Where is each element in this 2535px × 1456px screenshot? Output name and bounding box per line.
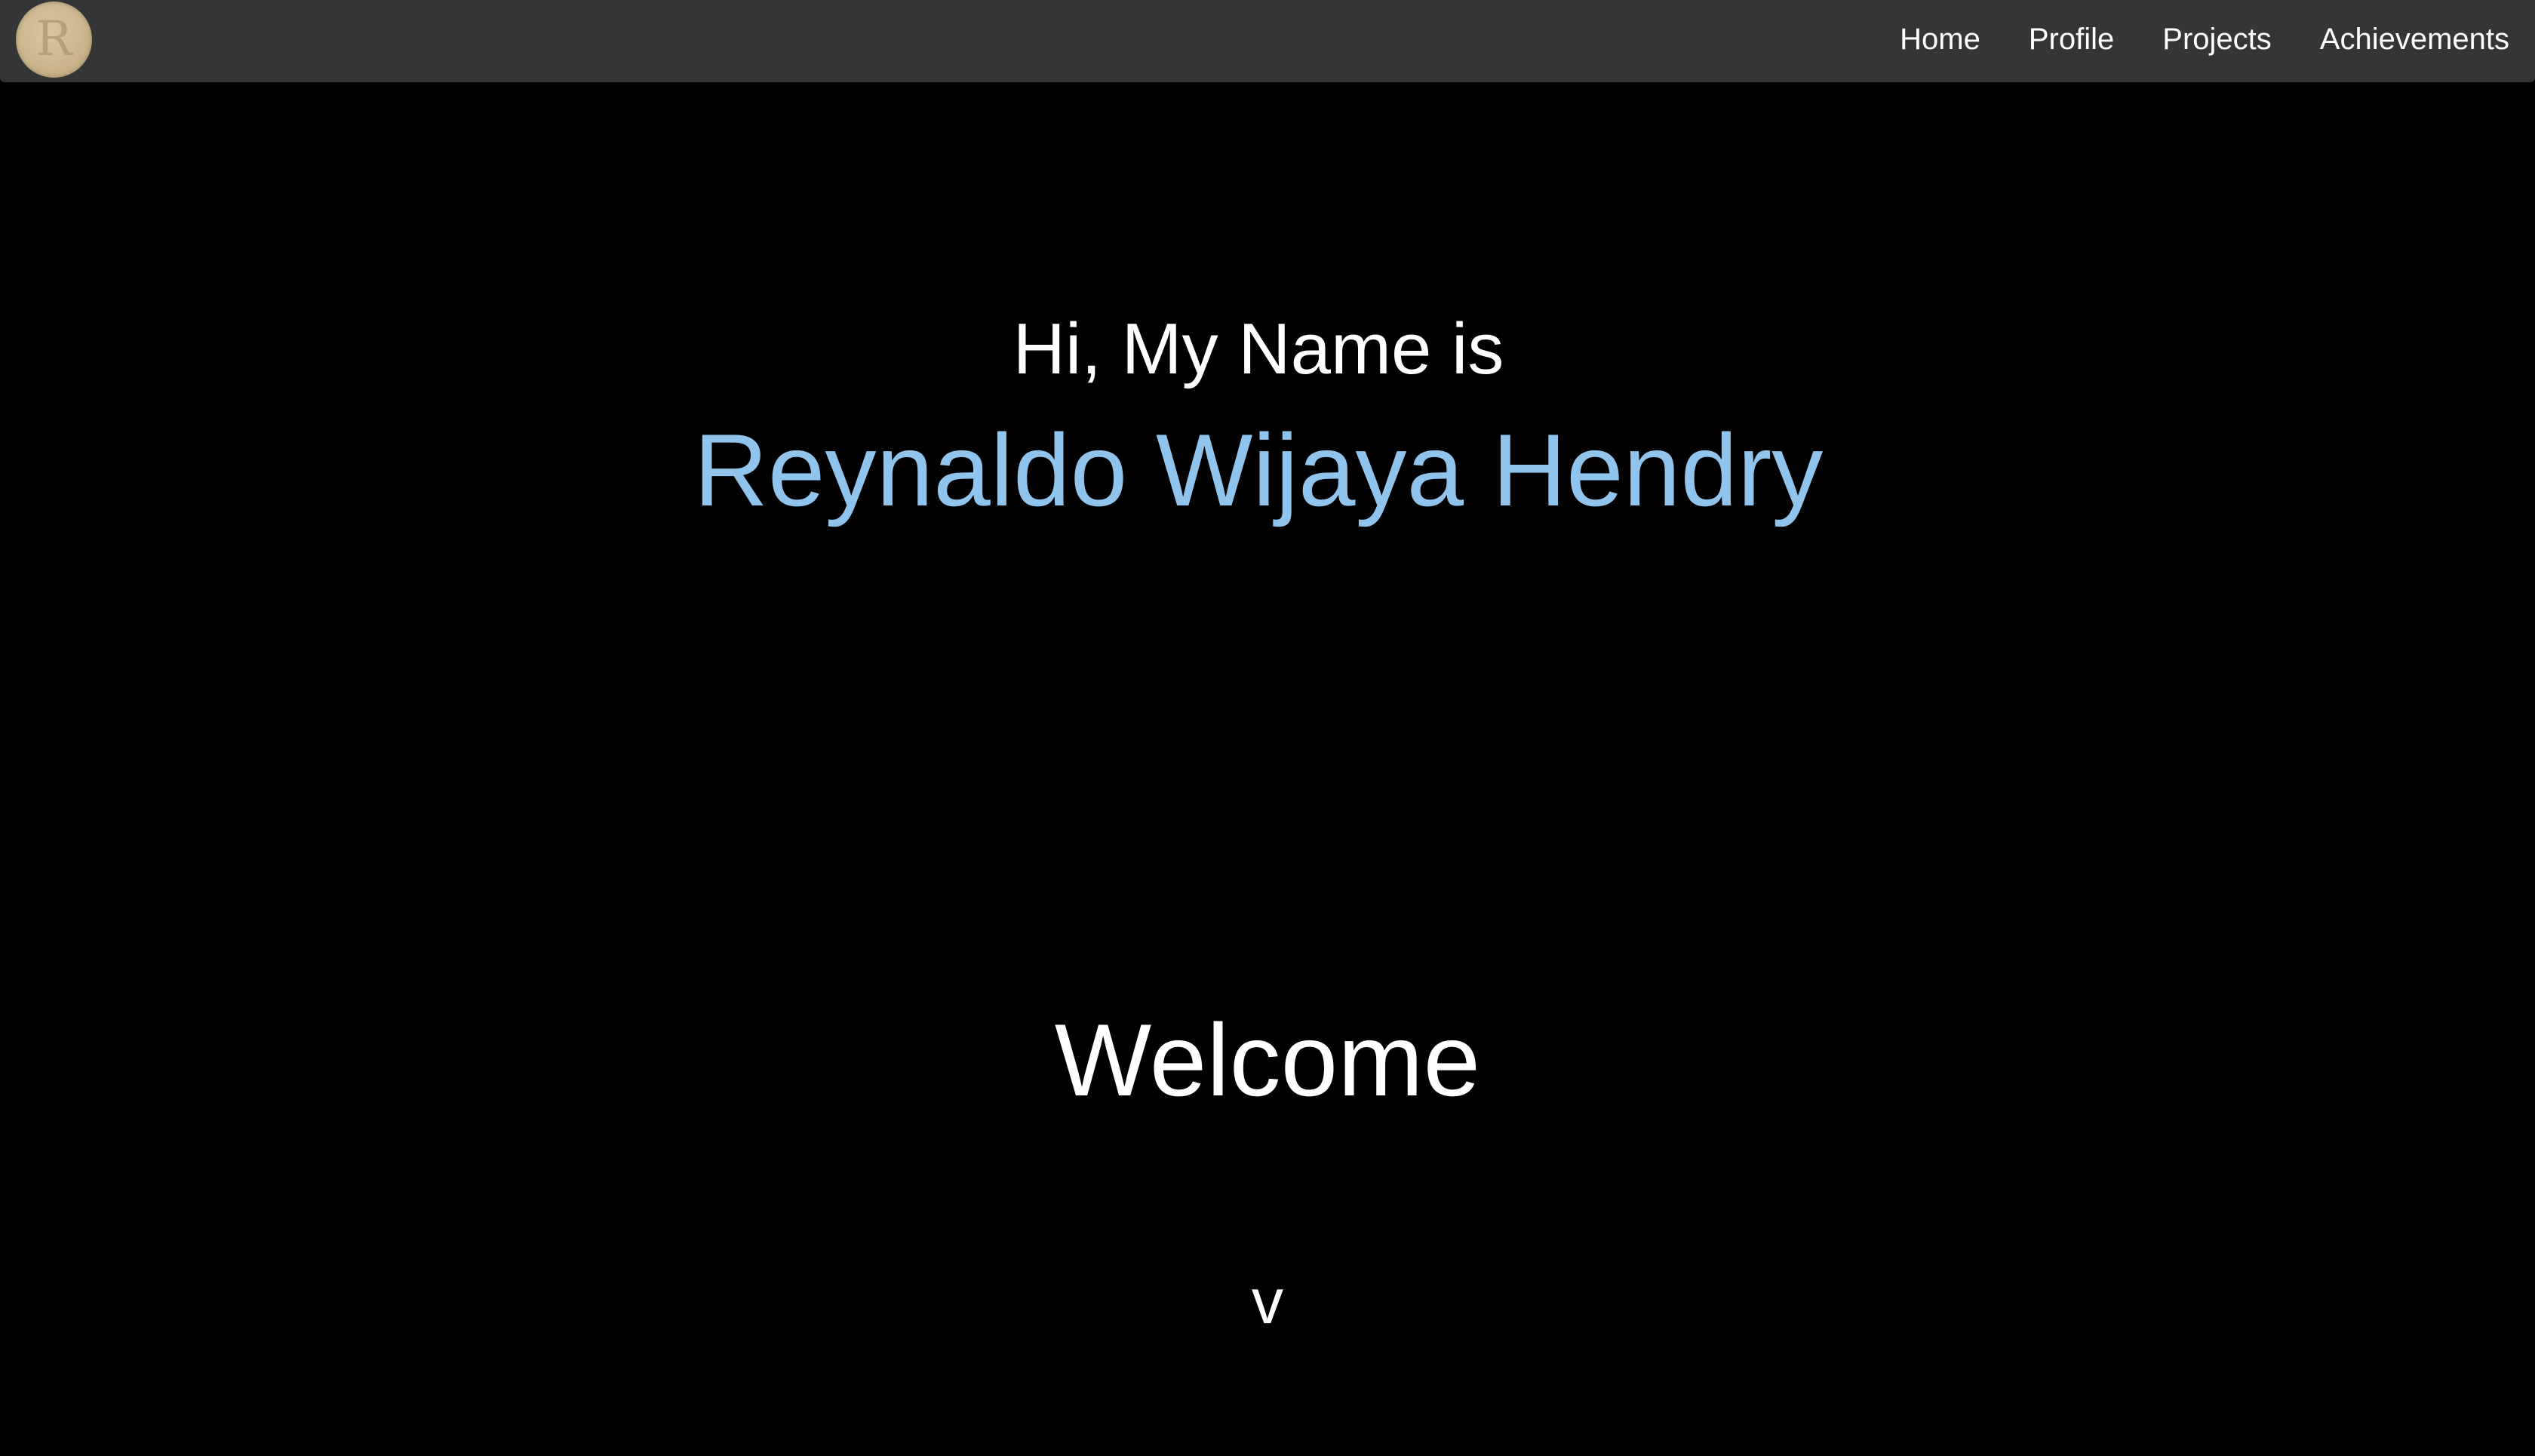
hero-greeting: Hi, My Name is <box>1012 309 1504 389</box>
nav-links: Home Profile Projects Achievements <box>1900 0 2509 78</box>
welcome-heading: Welcome <box>1054 1003 1481 1117</box>
scroll-down-indicator[interactable]: v <box>0 1264 2535 1339</box>
logo-letter: R <box>35 11 72 67</box>
nav-link-home[interactable]: Home <box>1900 23 1980 57</box>
top-navbar: R Home Profile Projects Achievements <box>0 0 2535 82</box>
nav-link-profile[interactable]: Profile <box>2029 23 2114 57</box>
nav-link-projects[interactable]: Projects <box>2162 23 2272 57</box>
hero-name: Reynaldo Wijaya Hendry <box>693 413 1824 527</box>
nav-link-achievements[interactable]: Achievements <box>2320 23 2509 57</box>
logo-avatar[interactable]: R <box>16 2 92 78</box>
